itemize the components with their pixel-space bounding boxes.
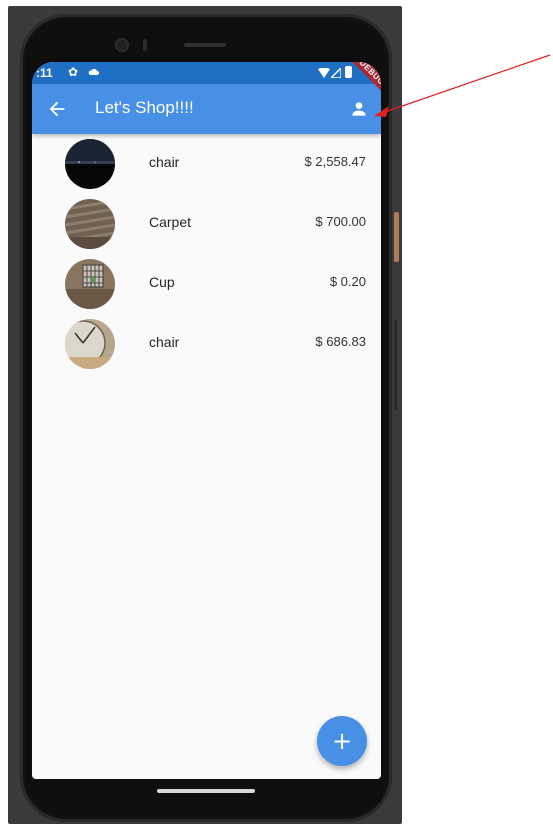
gear-icon: ✿ bbox=[68, 65, 79, 79]
screenshot-canvas: :11 ✿ Let's Shop!!!! DEBUG chair $ 2,558… bbox=[0, 0, 553, 826]
product-list: chair $ 2,558.47 Carpet $ 700.00 Cup $ 0… bbox=[32, 134, 381, 374]
system-nav-bar bbox=[32, 779, 381, 803]
list-item[interactable]: chair $ 686.83 bbox=[32, 314, 381, 374]
product-price: $ 700.00 bbox=[315, 214, 366, 229]
list-item[interactable]: Carpet $ 700.00 bbox=[32, 194, 381, 254]
product-name: Cup bbox=[149, 274, 175, 290]
list-item[interactable]: Cup $ 0.20 bbox=[32, 254, 381, 314]
product-thumbnail bbox=[65, 259, 115, 309]
product-thumbnail bbox=[65, 319, 115, 369]
add-product-button[interactable]: + bbox=[317, 716, 367, 766]
volume-button[interactable] bbox=[394, 320, 397, 410]
product-name: chair bbox=[149, 334, 180, 350]
front-camera bbox=[115, 38, 129, 52]
product-thumbnail bbox=[65, 199, 115, 249]
product-price: $ 0.20 bbox=[329, 274, 366, 289]
power-button[interactable] bbox=[394, 212, 399, 262]
status-time: :11 bbox=[36, 66, 53, 80]
proximity-sensor bbox=[143, 39, 147, 51]
earpiece bbox=[184, 43, 226, 47]
app-bar: Let's Shop!!!! bbox=[32, 84, 381, 134]
person-icon[interactable] bbox=[349, 99, 369, 119]
wifi-icon bbox=[318, 68, 330, 78]
page-title: Let's Shop!!!! bbox=[95, 98, 194, 117]
status-bar: :11 ✿ bbox=[32, 62, 381, 84]
phone-screen: :11 ✿ Let's Shop!!!! DEBUG chair $ 2,558… bbox=[32, 62, 381, 779]
plus-icon: + bbox=[331, 727, 353, 755]
product-name: chair bbox=[149, 154, 180, 170]
arrow-back-icon[interactable] bbox=[46, 98, 68, 120]
battery-icon bbox=[345, 66, 352, 78]
cloud-icon bbox=[88, 68, 99, 75]
product-price: $ 686.83 bbox=[315, 334, 366, 349]
signal-icon bbox=[331, 68, 341, 78]
home-gesture-bar[interactable] bbox=[157, 789, 255, 793]
product-price: $ 2,558.47 bbox=[304, 154, 366, 169]
product-thumbnail bbox=[65, 139, 115, 189]
product-name: Carpet bbox=[149, 214, 192, 230]
list-item[interactable]: chair $ 2,558.47 bbox=[32, 134, 381, 194]
